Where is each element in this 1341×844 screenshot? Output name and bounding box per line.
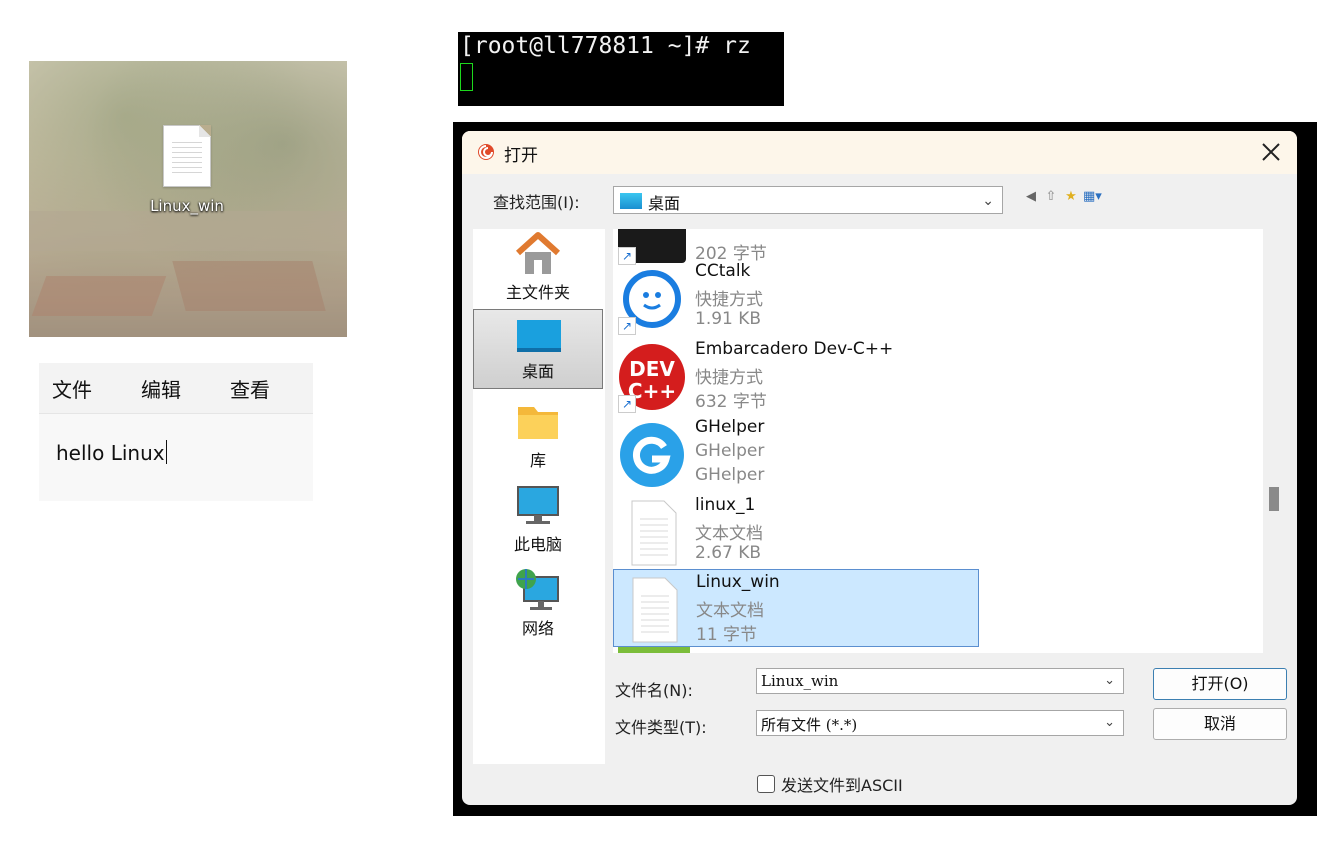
notepad-text-area[interactable]: hello Linux — [39, 414, 313, 465]
file-size: 11 字节 — [696, 625, 758, 645]
svg-text:DEV: DEV — [629, 357, 675, 381]
ascii-checkbox-row[interactable]: 发送文件到ASCII — [757, 772, 903, 796]
place-label: 主文件夹 — [505, 283, 570, 302]
computer-icon — [517, 486, 559, 524]
file-list: 202 字节 ↗ CCtalk 快捷方式 1.91 KB ↗ DEV C++ E… — [613, 229, 1263, 653]
file-type: 快捷方式 — [695, 290, 763, 310]
look-in-dropdown[interactable]: 桌面 ⌄ — [613, 186, 1003, 214]
network-globe-icon — [516, 569, 559, 610]
notepad-content: hello Linux — [56, 441, 165, 465]
dialog-titlebar: 打开 — [462, 131, 1297, 174]
ascii-checkbox[interactable] — [757, 775, 775, 793]
app-swirl-icon — [478, 144, 494, 160]
menu-file[interactable]: 文件 — [52, 374, 92, 403]
place-home[interactable]: 主文件夹 — [473, 229, 603, 309]
file-list-scrollbar[interactable] — [1263, 229, 1281, 653]
close-icon[interactable] — [1255, 136, 1287, 168]
dialog-toolbar: ◀ ⇧ ★ ▦▾ — [1023, 189, 1102, 205]
open-button[interactable]: 打开(O) — [1153, 668, 1287, 700]
ascii-checkbox-label: 发送文件到ASCII — [781, 776, 903, 795]
chevron-down-icon[interactable]: ⌄ — [1104, 673, 1115, 688]
shortcut-arrow-icon: ↗ — [618, 395, 636, 413]
place-library[interactable]: 库 — [473, 397, 603, 477]
next-item-thumbnail — [618, 647, 690, 653]
look-in-label: 查找范围(I): — [493, 193, 580, 212]
file-name: linux_1 — [695, 495, 756, 515]
filetype-label: 文件类型(T): — [615, 718, 707, 737]
place-label: 网络 — [521, 619, 554, 638]
list-item[interactable]: CCtalk 快捷方式 1.91 KB ↗ — [613, 259, 979, 337]
up-folder-icon[interactable]: ⇧ — [1043, 189, 1059, 205]
folder-icon — [518, 407, 558, 439]
home-icon — [515, 232, 561, 274]
ghelper-icon — [620, 423, 684, 487]
file-name: CCtalk — [695, 261, 751, 281]
text-caret — [165, 440, 167, 464]
look-in-value: 桌面 — [648, 194, 681, 213]
view-menu-icon[interactable]: ▦▾ — [1083, 189, 1102, 205]
chevron-down-icon[interactable]: ⌄ — [1104, 715, 1115, 730]
file-type: 文本文档 — [695, 524, 763, 544]
back-icon[interactable]: ◀ — [1023, 189, 1039, 205]
file-name: Linux_win — [696, 572, 780, 592]
list-item[interactable]: linux_1 文本文档 2.67 KB — [613, 493, 979, 571]
chevron-down-icon: ⌄ — [982, 193, 994, 209]
place-desktop[interactable]: 桌面 — [473, 309, 603, 389]
desktop-file-label: Linux_win — [150, 197, 224, 215]
desktop-icon — [517, 320, 561, 352]
filename-label: 文件名(N): — [615, 681, 693, 700]
desktop-background: Linux_win — [29, 61, 347, 337]
terminal-window[interactable]: [root@ll778811 ~]# rz — [458, 32, 784, 106]
menu-edit[interactable]: 编辑 — [141, 374, 181, 403]
file-type: GHelper — [695, 441, 765, 461]
place-this-pc[interactable]: 此电脑 — [473, 481, 603, 561]
desktop-folder-icon — [620, 193, 642, 209]
notepad-window: 文件 编辑 查看 hello Linux — [39, 363, 313, 501]
filename-value: Linux_win — [761, 672, 839, 690]
file-name: Embarcadero Dev-C++ — [695, 339, 894, 359]
file-size: GHelper — [695, 465, 765, 485]
filetype-value: 所有文件 (*.*) — [761, 716, 858, 734]
list-item-selected[interactable]: Linux_win 文本文档 11 字节 — [613, 569, 979, 647]
place-label: 此电脑 — [513, 535, 562, 554]
dialog-title: 打开 — [504, 146, 538, 166]
file-type: 文本文档 — [696, 601, 764, 621]
place-label: 库 — [529, 451, 546, 470]
open-file-dialog: 打开 查找范围(I): 桌面 ⌄ ◀ ⇧ ★ ▦▾ 主文件夹 桌面 库 此电脑 … — [462, 131, 1297, 805]
place-label: 桌面 — [521, 362, 554, 381]
place-network[interactable]: 网络 — [473, 565, 603, 645]
terminal-cursor — [460, 63, 473, 91]
file-size: 632 字节 — [695, 392, 767, 412]
text-file-icon — [163, 125, 211, 187]
list-item[interactable]: GHelper GHelper GHelper — [613, 415, 979, 493]
new-folder-icon[interactable]: ★ — [1063, 189, 1079, 205]
file-name: GHelper — [695, 417, 765, 437]
filename-input[interactable]: Linux_win ⌄ — [756, 668, 1124, 694]
file-size: 2.67 KB — [695, 543, 762, 563]
scrollbar-thumb[interactable] — [1269, 487, 1279, 511]
cancel-button[interactable]: 取消 — [1153, 708, 1287, 740]
list-item[interactable]: DEV C++ Embarcadero Dev-C++ 快捷方式 632 字节 … — [613, 337, 979, 415]
places-sidebar: 主文件夹 桌面 库 此电脑 网络 — [473, 229, 605, 764]
desktop-file-icon[interactable]: Linux_win — [139, 125, 235, 215]
file-type: 快捷方式 — [695, 368, 763, 388]
file-size: 1.91 KB — [695, 309, 762, 329]
text-file-icon — [631, 500, 677, 566]
shortcut-arrow-icon: ↗ — [618, 317, 636, 335]
terminal-command-line: [root@ll778811 ~]# rz — [460, 33, 751, 59]
menu-view[interactable]: 查看 — [230, 374, 270, 403]
filetype-dropdown[interactable]: 所有文件 (*.*) ⌄ — [756, 710, 1124, 736]
text-file-icon — [632, 577, 678, 643]
notepad-menubar: 文件 编辑 查看 — [39, 363, 313, 414]
